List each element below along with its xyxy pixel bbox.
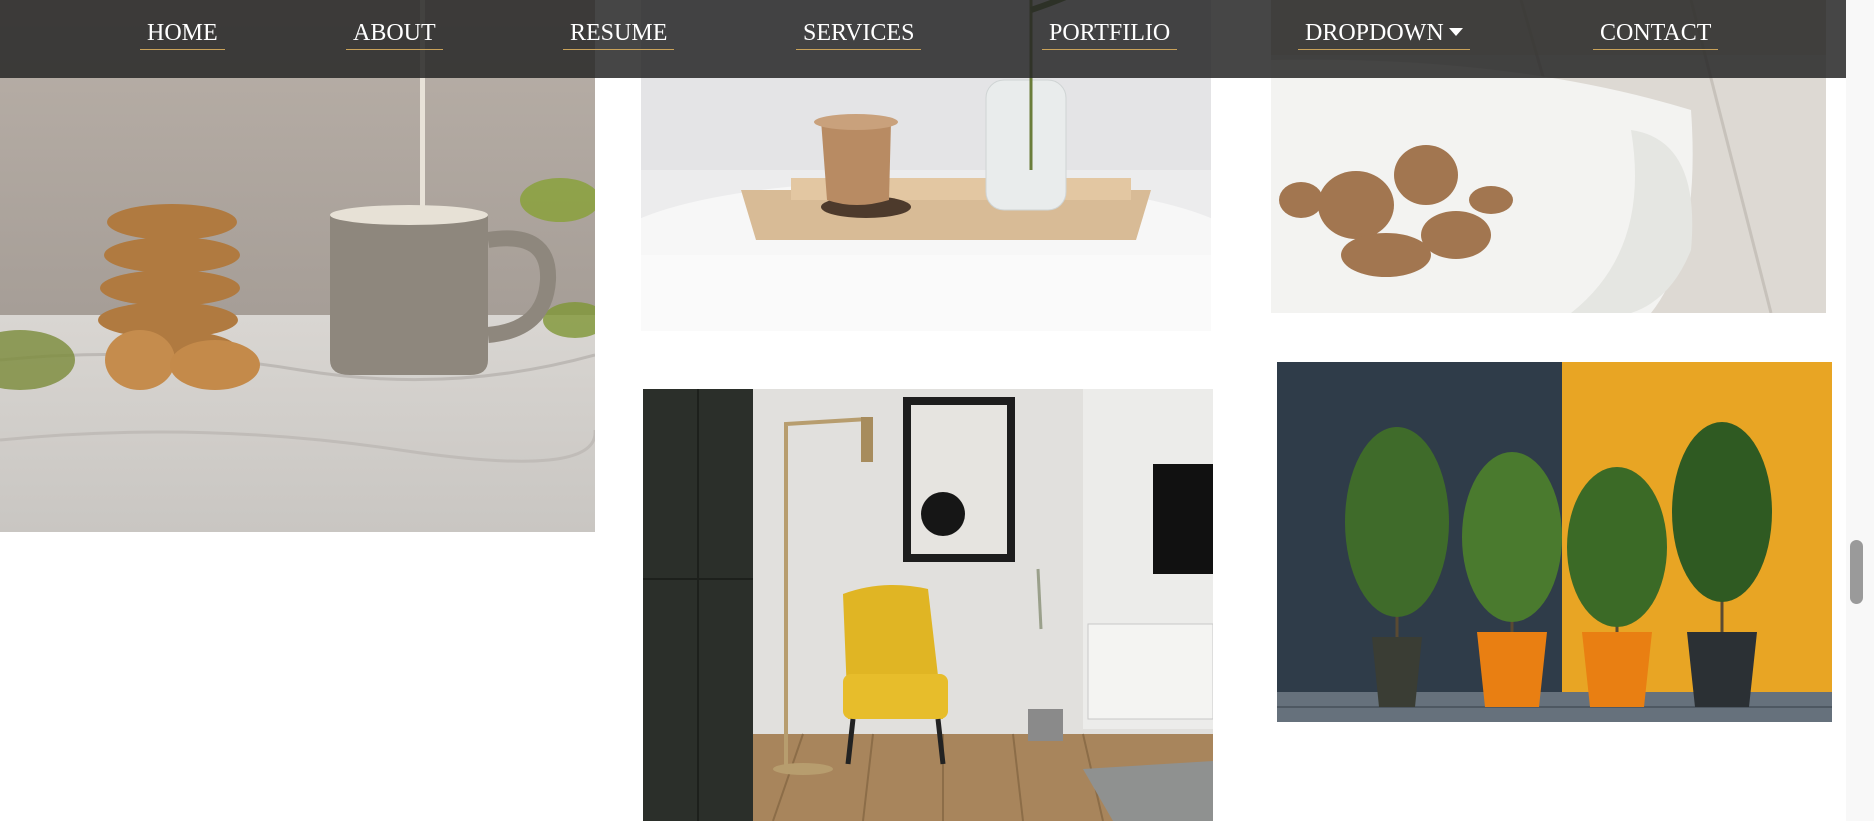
main-navbar: HOME ABOUT RESUME SERVICES PORTFILIO DRO… — [0, 0, 1846, 78]
caret-down-icon — [1448, 28, 1463, 37]
nav-dropdown-label: DROPDOWN — [1305, 20, 1444, 46]
nav-portfolio-link[interactable]: PORTFILIO — [1042, 18, 1178, 50]
scrollbar-thumb[interactable] — [1850, 540, 1863, 604]
nav-resume-link[interactable]: RESUME — [563, 18, 675, 50]
portfolio-image-plants[interactable] — [1277, 362, 1832, 722]
nav-contact-link[interactable]: CONTACT — [1593, 18, 1719, 50]
portfolio-image-chair[interactable] — [643, 389, 1213, 821]
portfolio-image-cookies[interactable] — [0, 0, 595, 532]
nav-services-link[interactable]: SERVICES — [796, 18, 922, 50]
nav-home-link[interactable]: HOME — [140, 18, 225, 50]
nav-about-link[interactable]: ABOUT — [346, 18, 443, 50]
vertical-scrollbar[interactable] — [1846, 0, 1874, 821]
nav-dropdown-toggle[interactable]: DROPDOWN — [1298, 18, 1470, 50]
